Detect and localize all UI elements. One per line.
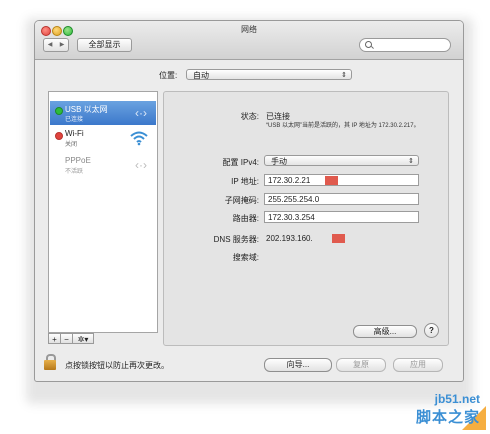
gear-menu-button[interactable]: ✲▾ bbox=[72, 333, 94, 344]
watermark: jb51.net 脚本之家 bbox=[390, 390, 486, 430]
dns-server-value: 202.193.160. bbox=[266, 234, 313, 243]
status-note: “USB 以太网”当前是活跃的，其 IP 地址为 172.30.2.217。 bbox=[266, 123, 420, 129]
service-list[interactable]: USB 以太网 已连接 ‹·› Wi-Fi 关闭 PPPoE 不活跃 ‹·› bbox=[48, 91, 158, 333]
popup-arrows-icon: ⇕ bbox=[341, 72, 347, 79]
show-all-button[interactable]: 全部显示 bbox=[77, 38, 132, 52]
configure-ipv4-label: 配置 IPv4: bbox=[222, 158, 259, 167]
lock-button[interactable] bbox=[44, 354, 56, 370]
search-icon bbox=[365, 41, 372, 48]
router-label: 路由器: bbox=[232, 214, 259, 223]
popup-arrows-icon: ⇕ bbox=[408, 158, 414, 165]
network-preferences-window: 网络 ◀ ▶ 全部显示 位置: 自动 ⇕ USB 以太网 已连接 ‹·› Wi-… bbox=[34, 20, 464, 382]
title-bar: 网络 ◀ ▶ 全部显示 bbox=[35, 21, 463, 60]
advanced-button[interactable]: 高级... bbox=[353, 325, 417, 338]
service-item-wifi[interactable]: Wi-Fi 关闭 bbox=[50, 126, 156, 150]
redaction-mark bbox=[332, 234, 345, 243]
service-name: Wi-Fi bbox=[65, 129, 84, 138]
dns-server-label: DNS 服务器: bbox=[213, 235, 259, 244]
wifi-icon bbox=[130, 131, 148, 146]
configure-ipv4-popup[interactable]: 手动 ⇕ bbox=[264, 155, 419, 166]
status-dot-green bbox=[55, 107, 63, 115]
location-label: 位置: bbox=[159, 71, 178, 80]
watermark-url: jb51.net bbox=[434, 392, 480, 406]
router-value: 172.30.3.254 bbox=[268, 213, 315, 222]
ethernet-arrows-icon: ‹·› bbox=[135, 106, 147, 120]
subnet-mask-label: 子网掩码: bbox=[224, 196, 259, 205]
ip-address-field[interactable]: 172.30.2.21 bbox=[264, 174, 419, 186]
apply-button[interactable]: 应用 bbox=[393, 358, 443, 372]
assistant-button[interactable]: 向导... bbox=[264, 358, 332, 372]
ip-address-label: IP 地址: bbox=[231, 177, 259, 186]
service-status: 已连接 bbox=[65, 117, 84, 123]
gear-icon: ✲▾ bbox=[77, 335, 89, 344]
subnet-mask-value: 255.255.254.0 bbox=[268, 195, 320, 204]
lock-icon bbox=[44, 360, 56, 370]
status-value: 已连接 bbox=[266, 112, 290, 121]
status-label: 状态: bbox=[240, 112, 259, 121]
location-value: 自动 bbox=[193, 71, 209, 80]
ip-address-value: 172.30.2.21 bbox=[268, 176, 311, 185]
redaction-mark bbox=[325, 176, 338, 185]
help-button[interactable]: ? bbox=[424, 323, 439, 338]
service-name: PPPoE bbox=[65, 156, 91, 165]
forward-button[interactable]: ▶ bbox=[56, 38, 69, 52]
location-popup[interactable]: 自动 ⇕ bbox=[186, 69, 352, 80]
service-item-pppoe[interactable]: PPPoE 不活跃 ‹·› bbox=[50, 153, 156, 177]
service-status: 关闭 bbox=[65, 142, 78, 148]
subnet-mask-field[interactable]: 255.255.254.0 bbox=[264, 193, 419, 205]
search-input[interactable] bbox=[359, 38, 451, 52]
router-field[interactable]: 172.30.3.254 bbox=[264, 211, 419, 223]
status-dot-red bbox=[55, 132, 63, 140]
back-button[interactable]: ◀ bbox=[43, 38, 57, 52]
ethernet-arrows-icon: ‹·› bbox=[135, 158, 147, 172]
back-arrow-icon: ◀ bbox=[47, 42, 53, 48]
lock-hint-text: 点按锁按钮以防止再次更改。 bbox=[65, 361, 169, 370]
revert-button[interactable]: 复原 bbox=[336, 358, 386, 372]
watermark-name: 脚本之家 bbox=[415, 409, 480, 426]
service-status: 不活跃 bbox=[65, 169, 84, 175]
configure-ipv4-value: 手动 bbox=[271, 157, 287, 166]
forward-arrow-icon: ▶ bbox=[59, 42, 65, 48]
window-title: 网络 bbox=[241, 25, 257, 34]
service-item-usb-ethernet[interactable]: USB 以太网 已连接 ‹·› bbox=[50, 101, 156, 125]
search-domain-label: 搜索域: bbox=[232, 253, 259, 262]
